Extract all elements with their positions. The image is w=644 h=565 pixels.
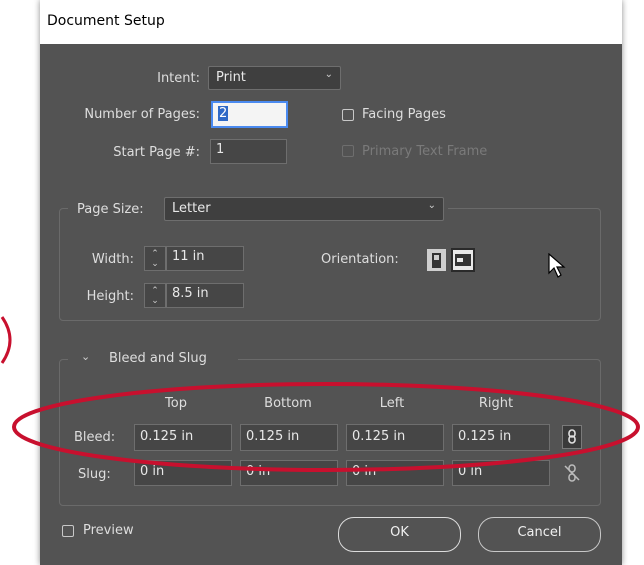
annotation-highlight-ellipse [12, 382, 640, 472]
